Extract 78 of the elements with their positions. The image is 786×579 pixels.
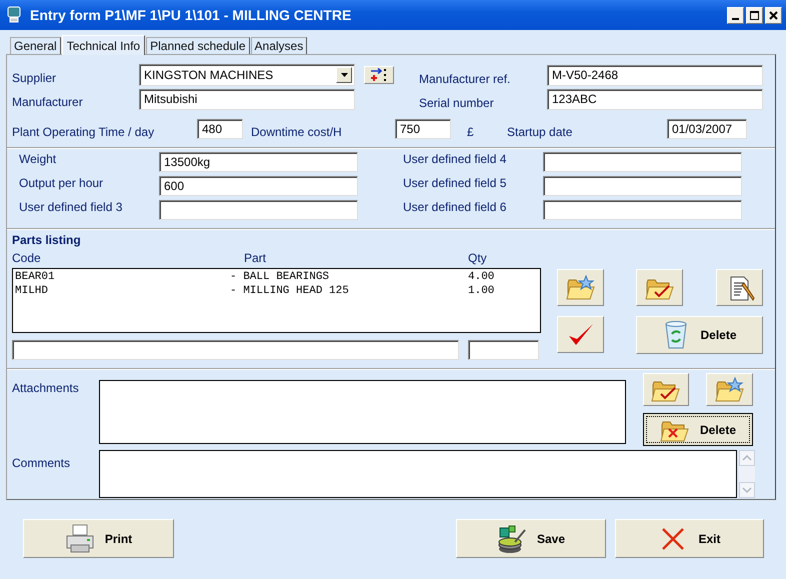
add-supplier-button[interactable] [364,66,394,84]
field-label: User defined field 4 [403,152,508,166]
column-header: Code [12,251,42,265]
caret-icon [340,73,348,77]
comments-field[interactable] [99,450,737,498]
column-header: Part [244,251,268,265]
input-field[interactable] [159,200,358,220]
input-field[interactable] [543,176,742,196]
tab[interactable]: General [10,37,61,54]
parts-list[interactable]: BEAR01 - BALL BEARINGS 4.00 MILHD - MILLING HEAD 125 1.00 [12,268,541,333]
scroll-up-icon [739,450,755,466]
disk-stack-icon [496,524,527,554]
minimize-icon [732,18,739,20]
field-label: Downtime cost/H [251,125,343,139]
maximize-button[interactable] [746,6,763,24]
folder-star-icon [566,274,596,300]
arrow-plus-icon [369,68,389,82]
input-field[interactable]: 750 [395,119,451,139]
open-button[interactable] [643,373,689,406]
input-field[interactable]: M-V50-2468 [547,65,763,86]
list-cell-text: - BALL BEARINGS [230,271,330,285]
currency-label: £ [467,125,475,139]
input-field[interactable]: 123ABC [547,89,763,110]
field-label: Plant Operating Time / day [12,125,156,139]
field-label: Weight [19,152,58,166]
delete-button[interactable]: Delete [636,316,763,354]
input-field[interactable] [468,340,539,360]
input-field[interactable] [12,340,459,360]
attachments-list[interactable] [99,380,626,444]
column-header: Qty [468,251,488,265]
tab[interactable]: Analyses [250,37,308,54]
minimize-button[interactable] [727,6,744,24]
field-label: User defined field 3 [19,200,124,214]
confirm-button[interactable] [557,316,604,353]
list-cell-text: 4.00 [468,271,496,285]
new-button[interactable] [557,269,604,306]
field-label: Startup date [507,125,574,139]
folder-star-icon [714,376,744,402]
open-button[interactable] [636,269,683,306]
dropdown-button[interactable] [336,67,352,83]
field-label: Comments [12,455,72,472]
close-button[interactable] [765,6,782,24]
window-title: Entry form P1\MF 1\PU 1\101 - MILLING CENTRE [30,7,352,23]
list-cell-text: - MILLING HEAD 125 [230,285,350,299]
input-field[interactable]: 480 [197,119,243,139]
field-label: Attachments [12,380,80,397]
tab[interactable]: Planned schedule [146,37,250,54]
input-field[interactable]: 13500kg [159,152,358,172]
supplier-dropdown[interactable]: KINGSTON MACHINES [139,64,355,86]
exit-button[interactable]: Exit [615,519,764,558]
close-icon [768,10,779,20]
list-cell-text: MILHD [15,285,50,299]
field-label: Output per hour [19,176,104,190]
input-field[interactable] [543,200,742,220]
printer-icon [64,524,95,554]
field-label: Manufacturer ref. [419,72,512,86]
scrollbar[interactable] [739,450,755,498]
section-title: Parts listing [12,233,82,247]
field-label: Supplier [12,71,58,86]
input-field[interactable]: 01/03/2007 [667,119,747,139]
list-cell-text: BEAR01 [15,271,56,285]
save-button[interactable]: Save [456,519,606,558]
app-icon [6,6,22,24]
print-button[interactable]: Print [23,519,174,558]
input-field[interactable]: Mitsubishi [139,89,355,110]
input-field[interactable] [543,152,742,172]
field-label: User defined field 5 [403,176,508,190]
field-label: Serial number [419,96,495,110]
scroll-down-icon [739,482,755,498]
maximize-icon [749,10,760,20]
new-button[interactable] [706,373,753,406]
list-cell-text: 1.00 [468,285,496,299]
field-label: User defined field 6 [403,200,508,214]
input-field[interactable]: 600 [159,176,358,196]
field-label: Manufacturer [12,95,84,110]
edit-button[interactable] [716,269,763,306]
delete-button[interactable]: Delete [643,413,753,446]
tab[interactable]: Technical Info [62,35,146,55]
